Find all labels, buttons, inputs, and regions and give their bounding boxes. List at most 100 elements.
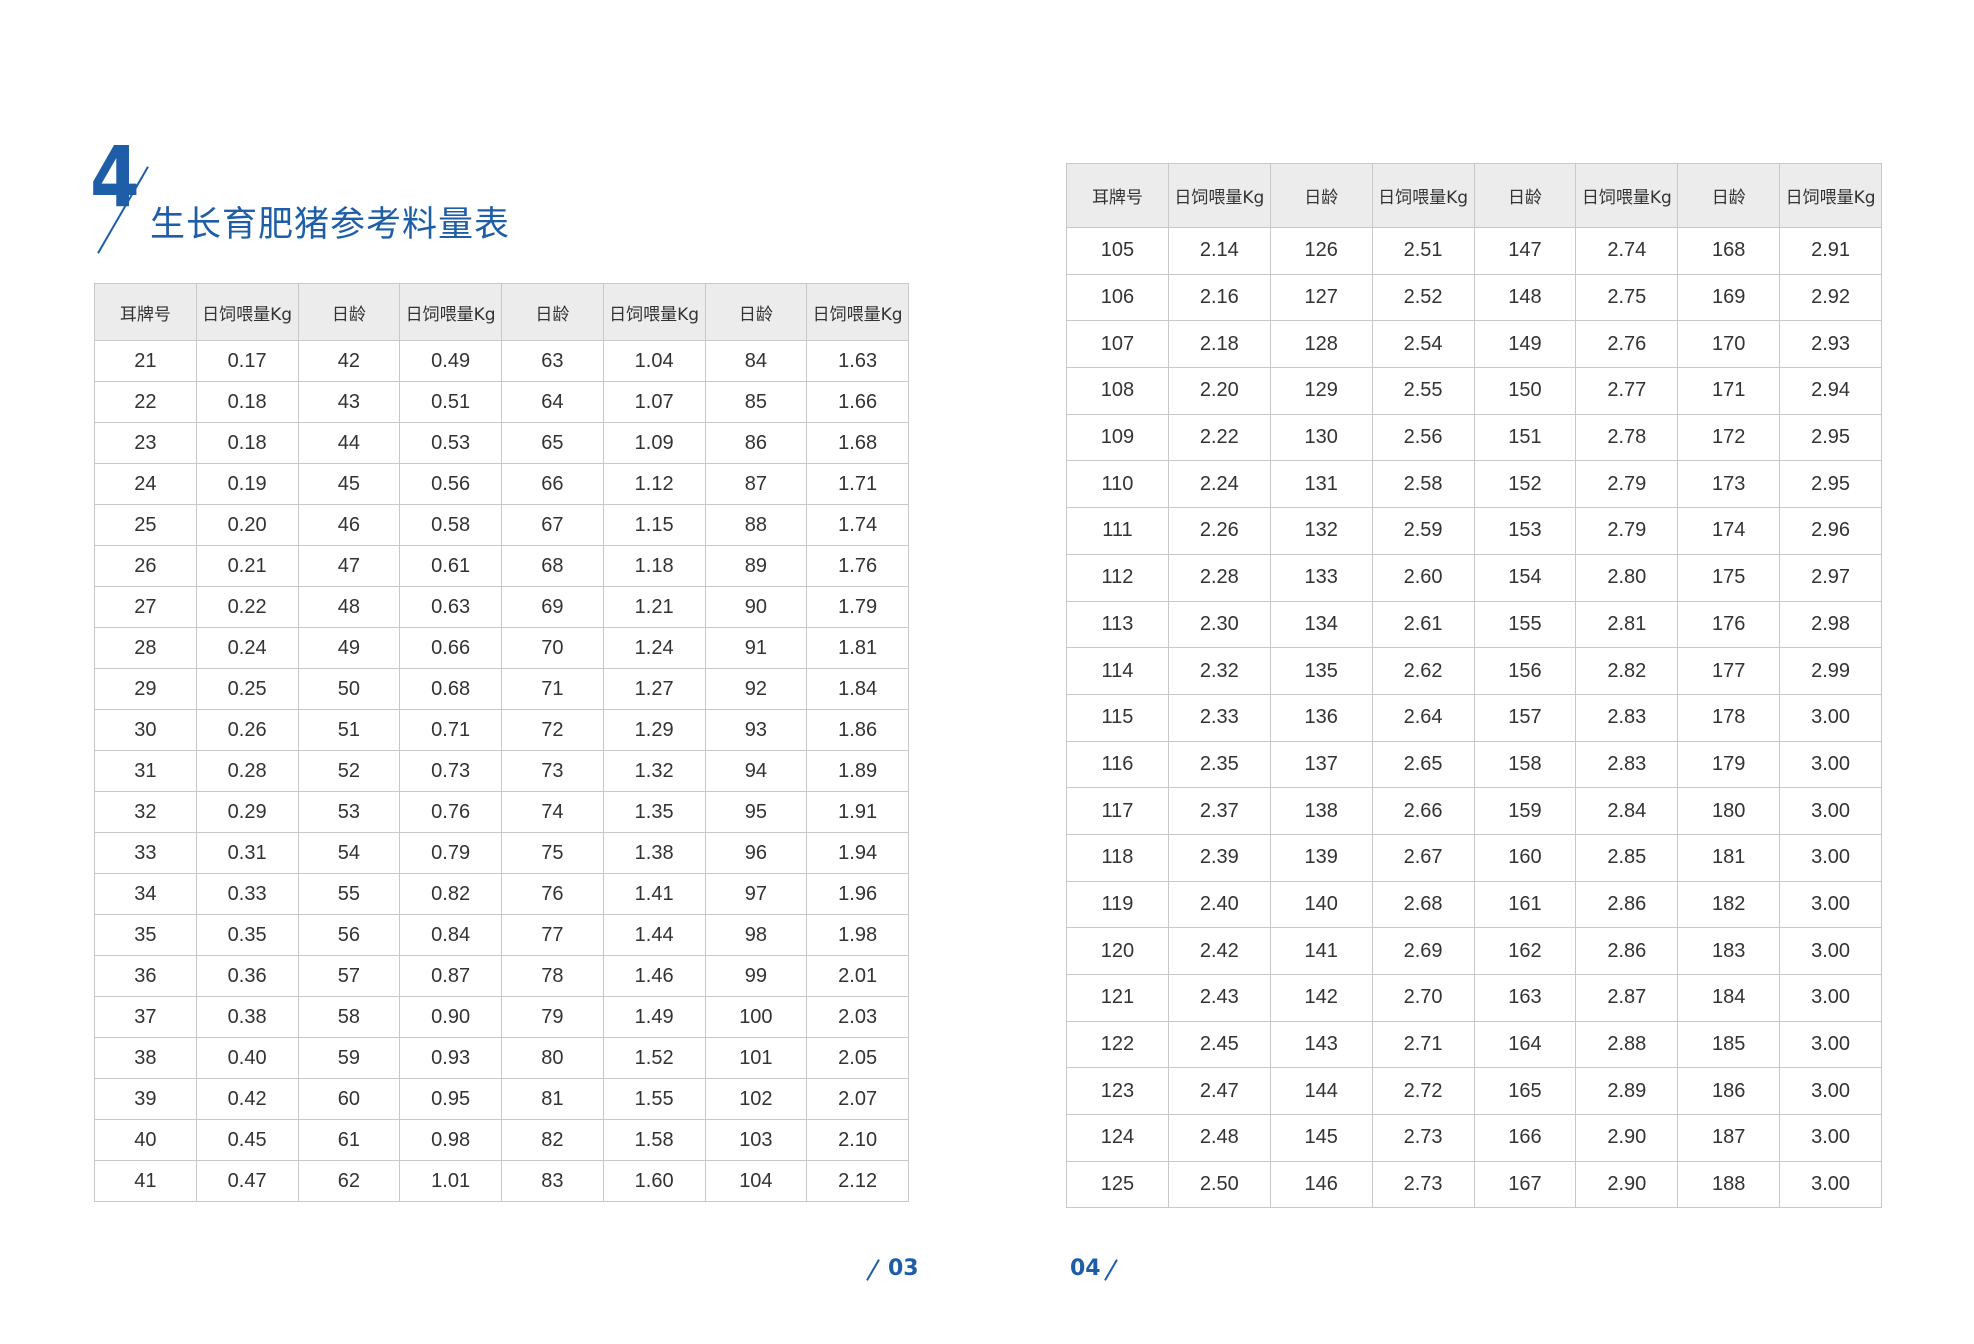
table-cell: 0.66 [399,627,502,669]
table-cell: 60 [297,1078,401,1120]
table-cell: 116 [1066,740,1169,789]
table-row: 27 0.22 48 0.63 69 1.21 90 1.79 [94,586,909,628]
table-cell: 2.42 [1167,927,1271,975]
table-cell: 2.91 [1779,227,1882,275]
table-cell: 0.29 [195,791,299,833]
table-cell: 2.26 [1167,507,1271,555]
table-row: 21 0.17 42 0.49 63 1.04 84 1.63 [94,340,909,382]
table-cell: 92 [704,668,808,710]
table-row: 113 2.30 134 2.61 155 2.81 176 2.98 [1066,600,1882,649]
table-row: 28 0.24 49 0.66 70 1.24 91 1.81 [94,627,909,669]
feed-table-right: 耳牌号 日饲喂量Kg 日龄 日饲喂量Kg 日龄 日饲喂量Kg 日龄 日饲喂量Kg 105 2.1… [1066,163,1882,1209]
table-cell: 140 [1269,880,1373,929]
table-cell: 1.58 [602,1119,706,1161]
table-cell: 134 [1269,600,1373,649]
table-cell: 119 [1066,880,1169,929]
table-cell: 163 [1473,974,1577,1022]
table-row: 40 0.45 61 0.98 82 1.58 103 2.10 [94,1119,909,1161]
table-cell: 138 [1269,787,1373,835]
table-cell: 139 [1269,833,1373,882]
table-cell: 2.64 [1371,693,1475,742]
table-cell: 151 [1473,413,1577,462]
table-cell: 80 [501,1037,604,1079]
table-cell: 25 [94,504,197,546]
table-cell: 103 [704,1119,808,1161]
table-cell: 2.73 [1371,1114,1475,1162]
table-cell: 2.79 [1575,507,1679,555]
table-cell: 1.09 [602,422,706,464]
table-cell: 2.68 [1371,880,1475,929]
table-cell: 43 [297,381,401,423]
table-cell: 135 [1269,647,1373,695]
table-cell: 184 [1677,974,1781,1022]
table-cell: 64 [501,381,604,423]
table-cell: 133 [1269,553,1373,602]
table-cell: 36 [94,955,197,997]
table-cell: 165 [1473,1067,1577,1116]
table-cell: 0.45 [195,1119,299,1161]
table-row: 39 0.42 60 0.95 81 1.55 102 2.07 [94,1078,909,1120]
table-cell: 118 [1066,833,1169,882]
table-cell: 1.04 [602,340,706,382]
table-cell: 124 [1066,1114,1169,1162]
table-cell: 2.33 [1167,693,1271,742]
table-cell: 81 [501,1078,604,1120]
table-cell: 2.54 [1371,320,1475,369]
table-cell: 129 [1269,367,1373,415]
table-cell: 110 [1066,460,1169,509]
table-cell: 1.98 [806,914,909,956]
table-cell: 153 [1473,507,1577,555]
table-cell: 2.45 [1167,1020,1271,1069]
table-cell: 149 [1473,320,1577,369]
table-cell: 169 [1677,273,1781,322]
table-cell: 2.98 [1779,600,1882,649]
table-cell: 2.85 [1575,833,1679,882]
table-cell: 30 [94,709,197,751]
table-cell: 29 [94,668,197,710]
column-header: 日龄 [1473,163,1577,228]
table-cell: 1.38 [602,832,706,874]
table-cell: 67 [501,504,604,546]
table-cell: 155 [1473,600,1577,649]
table-cell: 50 [297,668,401,710]
table-cell: 24 [94,463,197,505]
table-cell: 2.16 [1167,273,1271,322]
table-cell: 26 [94,545,197,587]
table-cell: 2.83 [1575,740,1679,789]
table-cell: 3.00 [1779,974,1882,1022]
table-row: 124 2.48 145 2.73 166 2.90 187 3.00 [1066,1114,1882,1162]
table-cell: 38 [94,1037,197,1079]
table-cell: 2.86 [1575,927,1679,975]
page-title: 生长育肥猪参考料量表 [150,205,511,245]
table-cell: 0.56 [399,463,502,505]
table-cell: 1.18 [602,545,706,587]
page-slash-right [1104,1259,1118,1281]
table-cell: 74 [501,791,604,833]
table-cell: 3.00 [1779,1020,1882,1069]
table-cell: 2.93 [1779,320,1882,369]
table-cell: 0.28 [195,750,299,792]
table-row: 116 2.35 137 2.65 158 2.83 179 3.00 [1066,740,1882,789]
table-cell: 57 [297,955,401,997]
table-row: 122 2.45 143 2.71 164 2.88 185 3.00 [1066,1020,1882,1069]
table-cell: 2.58 [1371,460,1475,509]
table-cell: 154 [1473,553,1577,602]
table-cell: 131 [1269,460,1373,509]
table-cell: 2.01 [806,955,909,997]
table-cell: 2.90 [1575,1160,1679,1209]
table-cell: 51 [297,709,401,751]
column-header: 日龄 [297,283,401,341]
table-cell: 78 [501,955,604,997]
table-cell: 2.05 [806,1037,909,1079]
table-row: 118 2.39 139 2.67 160 2.85 181 3.00 [1066,833,1882,882]
table-cell: 0.38 [195,996,299,1038]
table-cell: 2.10 [806,1119,909,1161]
table-cell: 2.95 [1779,460,1882,509]
table-cell: 159 [1473,787,1577,835]
table-cell: 99 [704,955,808,997]
column-header: 耳牌号 [1066,163,1169,228]
table-cell: 71 [501,668,604,710]
table-cell: 0.87 [399,955,502,997]
table-cell: 2.32 [1167,647,1271,695]
table-cell: 145 [1269,1114,1373,1162]
